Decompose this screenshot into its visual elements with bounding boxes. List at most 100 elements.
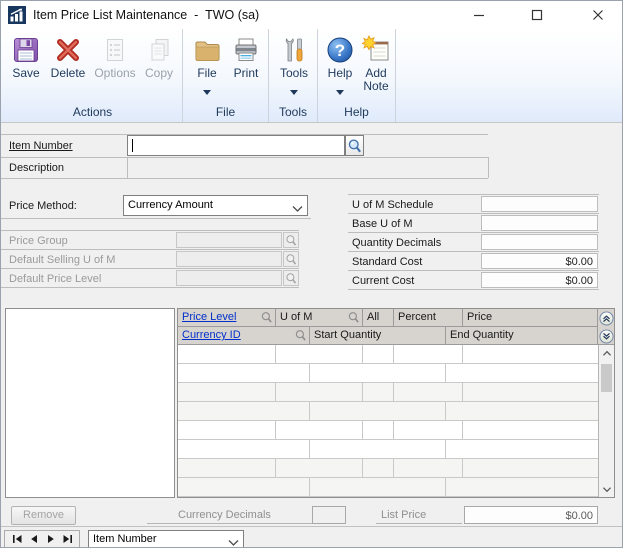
start-quantity-column-header[interactable]: Start Quantity xyxy=(310,327,446,345)
description-label: Description xyxy=(9,162,65,174)
help-dropdown-arrow-icon xyxy=(322,82,358,100)
percent-cell[interactable] xyxy=(394,383,463,401)
currency-id-column-header[interactable]: Currency ID xyxy=(178,327,310,345)
ribbon-toolbar: Save Delete Options Copy Actions File Pr… xyxy=(1,29,622,123)
divider-line xyxy=(127,157,128,178)
price-cell[interactable] xyxy=(463,459,598,477)
item-number-input[interactable] xyxy=(127,135,345,156)
end-quantity-cell[interactable] xyxy=(446,440,598,458)
next-record-icon xyxy=(47,535,54,543)
default-price-level-lookup-button xyxy=(283,270,299,286)
all-cell[interactable] xyxy=(363,421,394,439)
dynamics-gp-chart-icon xyxy=(8,6,26,24)
current-cost-label: Current Cost xyxy=(352,275,415,287)
price-sheet-listbox[interactable] xyxy=(5,308,175,498)
options-label: Options xyxy=(94,66,136,80)
file-menu-button[interactable]: File xyxy=(189,33,225,100)
price-method-dropdown[interactable]: Currency Amount xyxy=(123,195,308,216)
expand-rows-button[interactable] xyxy=(598,327,614,345)
print-button[interactable]: Print xyxy=(227,33,265,80)
save-floppy-icon xyxy=(11,35,41,65)
divider-line xyxy=(1,178,488,179)
percent-cell[interactable] xyxy=(394,345,463,363)
uofm-cell[interactable] xyxy=(276,421,363,439)
magnifier-icon xyxy=(348,138,361,152)
start-quantity-cell[interactable] xyxy=(310,364,446,382)
start-quantity-cell[interactable] xyxy=(310,478,446,496)
next-record-button[interactable] xyxy=(44,533,58,545)
price-cell[interactable] xyxy=(463,383,598,401)
item-number-lookup-button[interactable] xyxy=(345,135,364,156)
percent-cell[interactable] xyxy=(394,459,463,477)
delete-button[interactable]: Delete xyxy=(47,33,89,80)
start-quantity-cell[interactable] xyxy=(310,402,446,420)
first-record-button[interactable] xyxy=(10,533,24,545)
price-level-lookup-icon[interactable] xyxy=(260,311,273,326)
list-price-value: $0.00 xyxy=(565,510,593,522)
close-button[interactable] xyxy=(581,1,615,29)
grid-row-quantity xyxy=(178,478,598,497)
end-quantity-cell[interactable] xyxy=(446,478,598,496)
scrollbar-thumb[interactable] xyxy=(601,364,612,392)
all-cell[interactable] xyxy=(363,383,394,401)
price-column-header[interactable]: Price xyxy=(463,309,598,327)
grid-vertical-scrollbar[interactable] xyxy=(598,345,614,497)
end-quantity-cell[interactable] xyxy=(446,402,598,420)
browse-by-dropdown[interactable]: Item Number xyxy=(88,530,244,547)
currency-id-lookup-icon[interactable] xyxy=(294,329,307,344)
end-quantity-column-header[interactable]: End Quantity xyxy=(446,327,598,345)
percent-column-header[interactable]: Percent xyxy=(394,309,463,327)
item-number-label[interactable]: Item Number xyxy=(9,140,73,152)
divider-line xyxy=(488,157,489,178)
text-caret xyxy=(132,139,133,152)
copy-button: Copy xyxy=(139,33,179,80)
ribbon-group-help-label: Help xyxy=(344,105,369,119)
save-button[interactable]: Save xyxy=(7,33,45,80)
all-column-header[interactable]: All xyxy=(363,309,394,327)
scroll-down-button[interactable] xyxy=(599,481,614,497)
first-record-icon xyxy=(12,535,21,543)
end-quantity-cell[interactable] xyxy=(446,364,598,382)
price-level-cell[interactable] xyxy=(178,383,276,401)
uofm-cell[interactable] xyxy=(276,383,363,401)
last-record-button[interactable] xyxy=(61,533,75,545)
printer-icon xyxy=(231,35,261,65)
add-note-button[interactable]: Add Note xyxy=(360,33,394,93)
divider-line xyxy=(1,218,311,219)
options-button: Options xyxy=(91,33,139,80)
uofm-schedule-label: U of M Schedule xyxy=(352,199,434,211)
price-cell[interactable] xyxy=(463,345,598,363)
uofm-lookup-icon[interactable] xyxy=(347,311,360,326)
start-quantity-cell[interactable] xyxy=(310,440,446,458)
currency-id-cell[interactable] xyxy=(178,364,310,382)
uofm-cell[interactable] xyxy=(276,459,363,477)
tools-menu-button[interactable]: Tools xyxy=(273,33,315,100)
all-cell[interactable] xyxy=(363,345,394,363)
base-uofm-label: Base U of M xyxy=(352,218,413,230)
currency-id-cell[interactable] xyxy=(178,440,310,458)
currency-id-cell[interactable] xyxy=(178,478,310,496)
minimize-button[interactable] xyxy=(462,1,496,29)
scroll-up-button[interactable] xyxy=(599,345,614,361)
price-level-cell[interactable] xyxy=(178,459,276,477)
percent-cell[interactable] xyxy=(394,421,463,439)
divider-line xyxy=(348,270,599,271)
price-method-value: Currency Amount xyxy=(128,199,213,211)
price-level-cell[interactable] xyxy=(178,345,276,363)
collapse-rows-button[interactable] xyxy=(598,309,614,327)
grid-row-price xyxy=(178,421,598,440)
maximize-button[interactable] xyxy=(520,1,554,29)
print-label: Print xyxy=(233,66,259,80)
quantity-decimals-field xyxy=(481,234,598,250)
price-cell[interactable] xyxy=(463,421,598,439)
all-cell[interactable] xyxy=(363,459,394,477)
currency-id-cell[interactable] xyxy=(178,402,310,420)
price-level-cell[interactable] xyxy=(178,421,276,439)
previous-record-button[interactable] xyxy=(27,533,41,545)
price-level-column-header[interactable]: Price Level xyxy=(178,309,276,327)
uofm-column-header[interactable]: U of M xyxy=(276,309,363,327)
uofm-cell[interactable] xyxy=(276,345,363,363)
help-menu-button[interactable]: ? Help xyxy=(322,33,358,100)
folder-icon xyxy=(192,35,222,65)
price-method-label: Price Method: xyxy=(9,200,77,212)
